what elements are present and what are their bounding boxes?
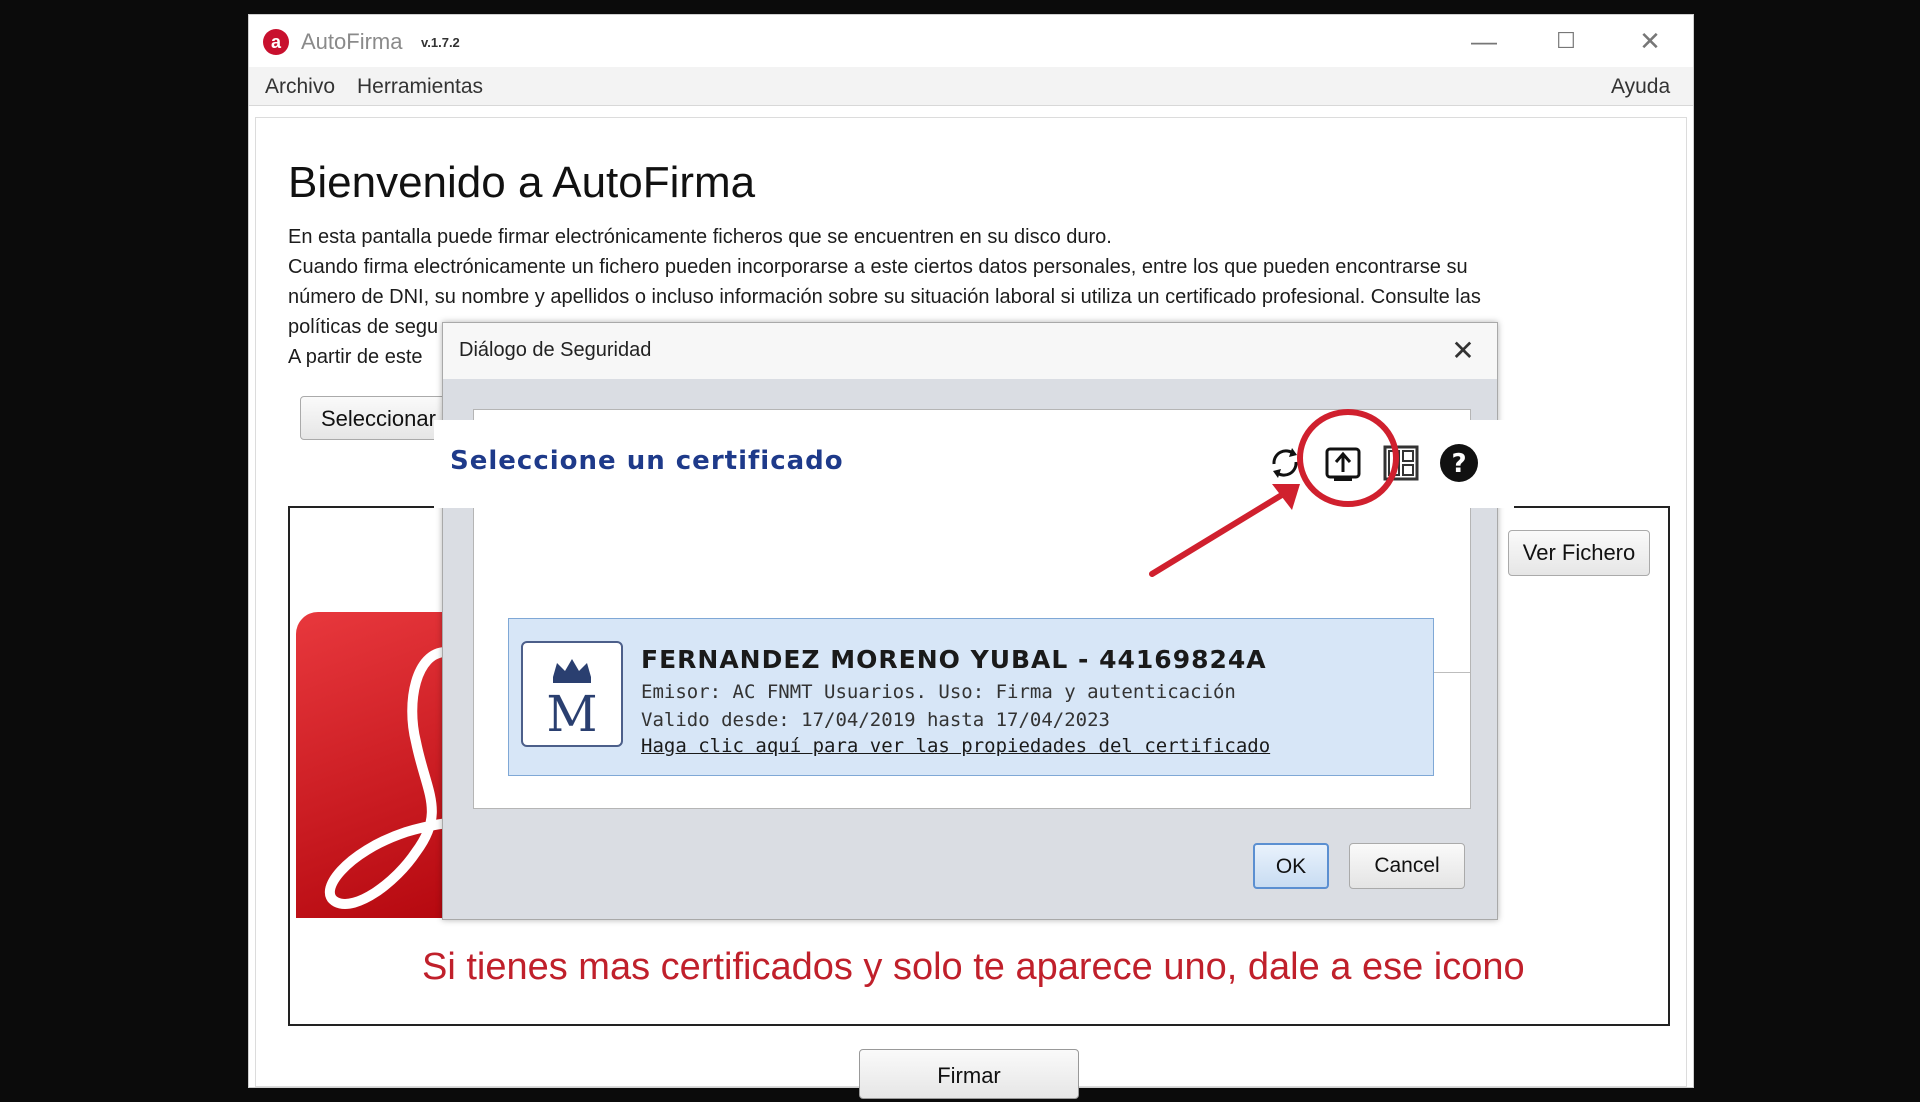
annotation-caption: Si tienes mas certificados y solo te apa… xyxy=(422,946,1525,988)
annotation-overlay xyxy=(1149,409,1399,577)
annotation-circle xyxy=(1297,409,1399,507)
annotation-arrow xyxy=(1149,487,1293,577)
